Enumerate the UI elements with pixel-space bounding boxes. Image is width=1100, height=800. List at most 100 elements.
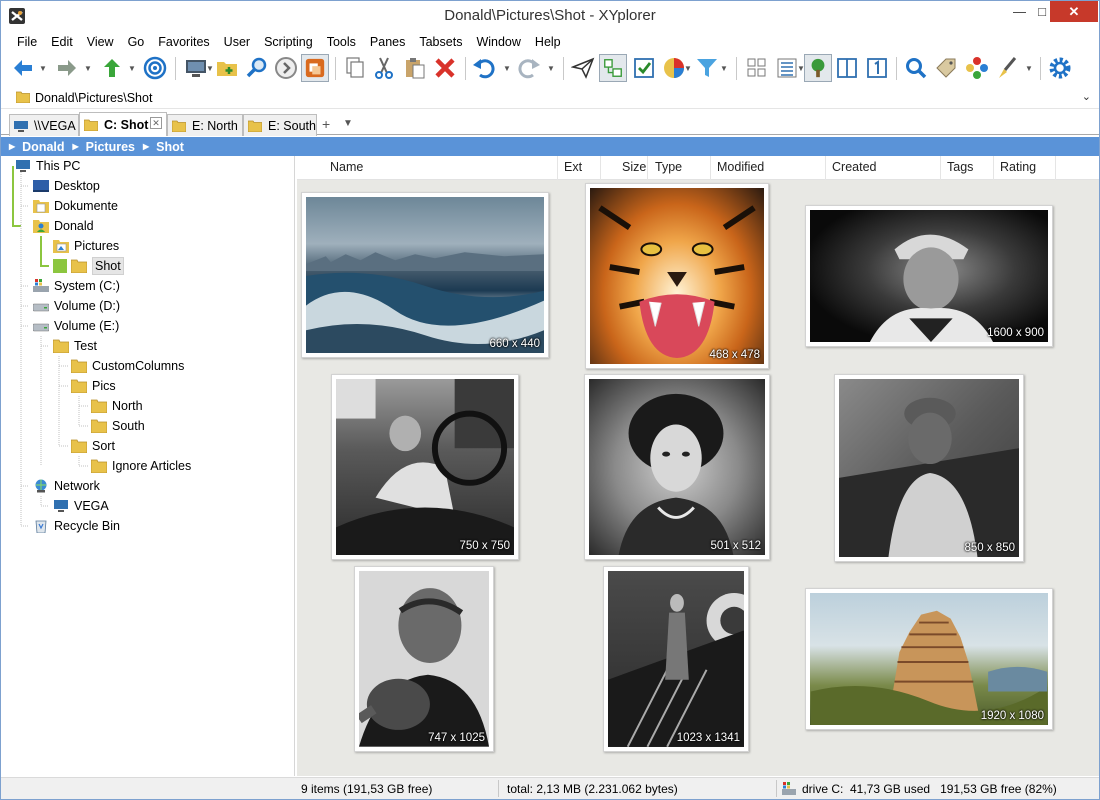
thumbnail-item[interactable]: 747 x 1025: [354, 566, 494, 752]
menu-scripting[interactable]: Scripting: [257, 35, 320, 49]
tab-menu-dropdown-icon[interactable]: ▼: [343, 118, 353, 129]
tab-vega[interactable]: \\VEGA: [9, 114, 79, 136]
undo-dropdown-icon[interactable]: ▼: [503, 64, 511, 73]
tree-item-sort[interactable]: Sort: [71, 436, 115, 456]
visual-filter-dropdown-icon[interactable]: ▼: [720, 64, 728, 73]
tree-item-pics[interactable]: Pics: [71, 376, 116, 396]
tree-item-donald[interactable]: Donald: [33, 216, 94, 236]
copy-to-button[interactable]: [301, 54, 329, 82]
menu-user[interactable]: User: [217, 35, 257, 49]
send-button[interactable]: [569, 54, 597, 82]
tree-item-north[interactable]: North: [91, 396, 143, 416]
target-button[interactable]: [141, 54, 169, 82]
folder-tree[interactable]: This PC Desktop Dokumente Donald Picture…: [1, 156, 295, 776]
tab-e-north[interactable]: E: North: [167, 114, 243, 136]
menu-go[interactable]: Go: [121, 35, 152, 49]
up-dropdown-icon[interactable]: ▼: [128, 64, 136, 73]
minimize-button[interactable]: —: [1004, 1, 1035, 22]
tree-item-volume-d[interactable]: Volume (D:): [33, 296, 120, 316]
tree-item-pictures[interactable]: Pictures: [53, 236, 119, 256]
thumbnails-button[interactable]: [743, 54, 771, 82]
breadcrumb-item-donald[interactable]: Donald: [22, 140, 64, 154]
breadcrumb-arrow-icon[interactable]: ▶: [9, 142, 15, 151]
column-separator[interactable]: [557, 156, 558, 180]
thumbnail-item[interactable]: 850 x 850: [834, 374, 1024, 562]
tree-item-this-pc[interactable]: This PC: [15, 156, 80, 176]
column-separator[interactable]: [940, 156, 941, 180]
color-wheel-button[interactable]: [963, 54, 991, 82]
color-filter-dropdown-icon[interactable]: ▼: [684, 64, 692, 73]
menu-tools[interactable]: Tools: [320, 35, 363, 49]
tree-item-recycle-bin[interactable]: Recycle Bin: [33, 516, 120, 536]
redo-dropdown-icon[interactable]: ▼: [547, 64, 555, 73]
forward-dropdown-icon[interactable]: ▼: [84, 64, 92, 73]
menu-help[interactable]: Help: [528, 35, 568, 49]
highlight-button[interactable]: [993, 54, 1021, 82]
address-text[interactable]: Donald\Pictures\Shot: [35, 91, 152, 105]
menu-file[interactable]: File: [10, 35, 44, 49]
add-tab-button[interactable]: +: [322, 116, 330, 132]
thumbnail-item[interactable]: 660 x 440: [301, 192, 549, 358]
column-separator[interactable]: [647, 156, 648, 180]
cut-button[interactable]: [370, 54, 398, 82]
tree-button[interactable]: [804, 54, 832, 82]
tree-item-customcolumns[interactable]: CustomColumns: [71, 356, 184, 376]
tree-item-system-c[interactable]: System (C:): [33, 276, 120, 296]
back-button[interactable]: [9, 54, 37, 82]
tree-item-test[interactable]: Test: [53, 336, 97, 356]
new-folder-button[interactable]: [213, 54, 241, 82]
chevron-down-icon[interactable]: ⌄: [1082, 90, 1091, 103]
menu-view[interactable]: View: [80, 35, 121, 49]
breadcrumb-arrow-icon[interactable]: ▶: [143, 142, 149, 151]
configuration-button[interactable]: [1046, 54, 1074, 82]
back-dropdown-icon[interactable]: ▼: [39, 64, 47, 73]
tag-button[interactable]: [932, 54, 960, 82]
dual-pane-button[interactable]: [599, 54, 627, 82]
column-size[interactable]: Size: [622, 160, 646, 174]
thumbnail-item[interactable]: 1600 x 900: [805, 205, 1053, 347]
menu-window[interactable]: Window: [469, 35, 527, 49]
menu-tabsets[interactable]: Tabsets: [412, 35, 469, 49]
column-modified[interactable]: Modified: [717, 160, 764, 174]
menu-panes[interactable]: Panes: [363, 35, 412, 49]
column-separator[interactable]: [1055, 156, 1056, 180]
column-ext[interactable]: Ext: [564, 160, 582, 174]
maximize-button[interactable]: □: [1035, 1, 1049, 22]
column-type[interactable]: Type: [655, 160, 682, 174]
thumbnail-item[interactable]: 468 x 478: [585, 183, 769, 369]
file-list-pane[interactable]: Name Ext Size Type Modified Created Tags…: [297, 156, 1099, 776]
tree-item-network[interactable]: Network: [33, 476, 100, 496]
close-button[interactable]: ✕: [1050, 1, 1098, 22]
delete-button[interactable]: [431, 54, 459, 82]
paste-button[interactable]: [401, 54, 429, 82]
tree-item-desktop[interactable]: Desktop: [33, 176, 100, 196]
panel-button[interactable]: [833, 54, 861, 82]
column-created[interactable]: Created: [832, 160, 876, 174]
thumbnail-item[interactable]: 1920 x 1080: [805, 588, 1053, 730]
thumbnail-item[interactable]: 501 x 512: [584, 374, 770, 560]
column-separator[interactable]: [710, 156, 711, 180]
tree-item-volume-e[interactable]: Volume (E:): [33, 316, 119, 336]
visual-filter-button[interactable]: [693, 54, 721, 82]
checkbox-button[interactable]: [630, 54, 658, 82]
menu-favorites[interactable]: Favorites: [151, 35, 216, 49]
forward-button[interactable]: [53, 54, 81, 82]
go-forward-circle-button[interactable]: [272, 54, 300, 82]
column-name[interactable]: Name: [330, 160, 363, 174]
tree-item-shot[interactable]: Shot: [71, 256, 124, 276]
search-button[interactable]: [902, 54, 930, 82]
menu-edit[interactable]: Edit: [44, 35, 80, 49]
thumbnail-item[interactable]: 1023 x 1341: [603, 566, 749, 752]
close-tab-icon[interactable]: ✕: [150, 117, 162, 129]
tree-item-south[interactable]: South: [91, 416, 145, 436]
column-rating[interactable]: Rating: [1000, 160, 1036, 174]
undo-button[interactable]: [470, 54, 498, 82]
tab-c-shot[interactable]: C: Shot ✕: [79, 112, 167, 136]
find-files-button[interactable]: [243, 54, 271, 82]
address-bar[interactable]: Donald\Pictures\Shot ⌄: [1, 87, 1099, 109]
column-separator[interactable]: [993, 156, 994, 180]
tree-item-vega[interactable]: VEGA: [53, 496, 109, 516]
tree-item-ignore-articles[interactable]: Ignore Articles: [91, 456, 191, 476]
one-pane-button[interactable]: [863, 54, 891, 82]
tab-e-south[interactable]: E: South: [243, 114, 317, 136]
